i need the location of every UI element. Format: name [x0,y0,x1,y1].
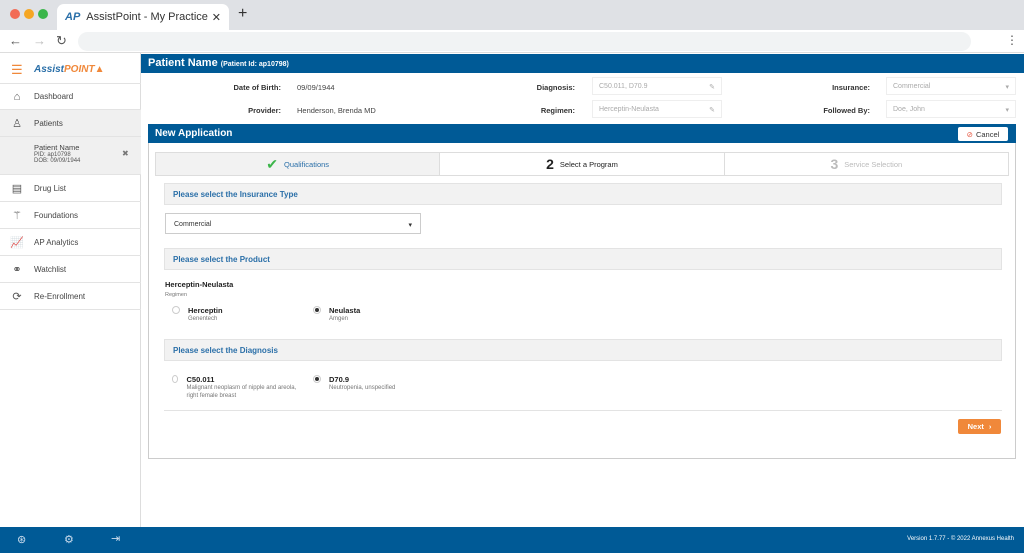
open-patient-item[interactable]: Patient Name PID: ap10798 DOB: 09/09/194… [0,137,141,175]
regimen-label: Regimen: [540,106,575,115]
sidebar-item-foundations[interactable]: ⚚ Foundations [0,202,141,229]
browser-menu-icon[interactable]: ⋮ [1006,33,1018,47]
sidebar-item-ap-analytics[interactable]: 📈 AP Analytics [0,229,141,256]
support-icon[interactable]: ⊛ [17,533,26,546]
home-icon: ⌂ [13,90,21,103]
sidebar-item-dashboard[interactable]: ⌂ Dashboard [0,83,141,110]
browser-tab[interactable]: AP AssistPoint - My Practice ✕ [57,4,229,30]
sidebar-item-watchlist[interactable]: ⚭ Watchlist [0,256,141,283]
address-bar[interactable] [78,32,971,51]
product-header: Please select the Product [164,248,1002,270]
radio-button[interactable] [172,306,180,314]
patient-header: Patient Name (Patient Id: ap10798) [141,54,1024,73]
insurance-type-header: Please select the Insurance Type [164,183,1002,205]
diagnosis-option-d70[interactable]: D70.9 Neutropenia, unspecified [313,375,448,392]
regimen-caption: Regimen [165,292,188,298]
hamburger-menu-icon[interactable]: ☰ [11,62,23,78]
followed-by-label: Followed By: [823,106,870,115]
chevron-down-icon: ▾ [1005,107,1009,114]
diagnosis-label: Diagnosis: [536,83,575,92]
insurance-label: Insurance: [832,83,870,92]
dob-value: 09/09/1944 [297,83,335,92]
reload-icon[interactable]: ↻ [56,33,67,49]
maximize-window-button[interactable] [38,9,48,19]
radio-button[interactable] [313,375,321,383]
product-option-neulasta[interactable]: Neulasta Amgen [313,306,360,323]
next-button[interactable]: Next › [958,419,1001,434]
sidebar-item-patients[interactable]: ♙ Patients [0,110,141,137]
insurance-type-select[interactable]: Commercial ▾ [165,213,421,234]
diagnosis-header: Please select the Diagnosis [164,339,1002,361]
caret-down-icon: ▾ [408,222,412,229]
followed-by-select[interactable]: Doe, John ▾ [886,100,1016,118]
cancel-icon: ⊘ [966,129,973,139]
dob-label: Date of Birth: [233,83,282,92]
drug-list-icon: ▤ [11,182,23,195]
binoculars-icon: ⚭ [12,263,22,276]
back-icon[interactable]: ← [9,33,22,48]
diagnosis-field[interactable]: C50.011, D70.9 ✎ [592,77,722,95]
footer: ⊛ ⚙ ⇥ Version 1.7.77 - © 2022 Annexus He… [0,527,1024,553]
pencil-icon: ✎ [709,84,715,91]
chevron-right-icon: › [988,422,992,431]
new-tab-icon[interactable]: + [238,5,247,23]
provider-label: Provider: [248,106,281,115]
cancel-button[interactable]: ⊘ Cancel [958,127,1008,141]
analytics-icon: 📈 [10,236,24,249]
regimen-name: Herceptin-Neulasta [165,280,234,289]
diagnosis-option-c50[interactable]: C50.011 Malignant neoplasm of nipple and … [172,375,307,400]
foundation-icon: ⚚ [12,209,22,222]
chevron-down-icon: ▾ [1005,84,1009,91]
forward-icon[interactable]: → [33,33,46,48]
insurance-select[interactable]: Commercial ▾ [886,77,1016,95]
regimen-field[interactable]: Herceptin-Neulasta ✎ [592,100,722,118]
radio-button[interactable] [313,306,321,314]
logout-icon[interactable]: ⇥ [111,532,120,545]
close-tab-icon[interactable]: ✕ [212,11,221,24]
radio-button[interactable] [172,375,179,383]
version-text: Version 1.7.77 - © 2022 Annexus Health [907,536,1014,542]
browser-tab-bar: AP AssistPoint - My Practice ✕ + [0,0,1024,30]
tab-title: AssistPoint - My Practice [86,11,208,23]
sidebar-item-drug-list[interactable]: ▤ Drug List [0,175,141,202]
divider [164,410,1002,411]
user-edit-icon: ♙ [12,117,22,130]
sidebar-item-re-enrollment[interactable]: ⟳ Re-Enrollment [0,283,141,310]
sidebar: ☰ AssistPOINT▲ ⌂ Dashboard ♙ Patients Pati… [0,53,141,527]
pencil-icon: ✎ [709,107,715,114]
minimize-window-button[interactable] [24,9,34,19]
step-service-selection[interactable]: 3 Service Selection [725,153,1008,175]
step-select-program[interactable]: 2 Select a Program [440,153,725,175]
close-patient-icon[interactable]: ✖ [122,149,129,158]
provider-value: Henderson, Brenda MD [297,106,376,115]
settings-gear-icon[interactable]: ⚙ [64,533,74,546]
refresh-icon: ⟳ [12,290,22,303]
stepper: ✔ Qualifications 2 Select a Program 3 Servi… [155,152,1009,176]
assistpoint-logo: AssistPOINT▲ [34,64,105,75]
new-application-title: New Application [148,124,1016,143]
app-favicon-icon: AP [65,11,81,23]
close-window-button[interactable] [10,9,20,19]
product-option-herceptin[interactable]: Herceptin Genentech [172,306,223,323]
step-qualifications[interactable]: ✔ Qualifications [156,153,441,175]
checkmark-icon: ✔ [266,155,279,172]
